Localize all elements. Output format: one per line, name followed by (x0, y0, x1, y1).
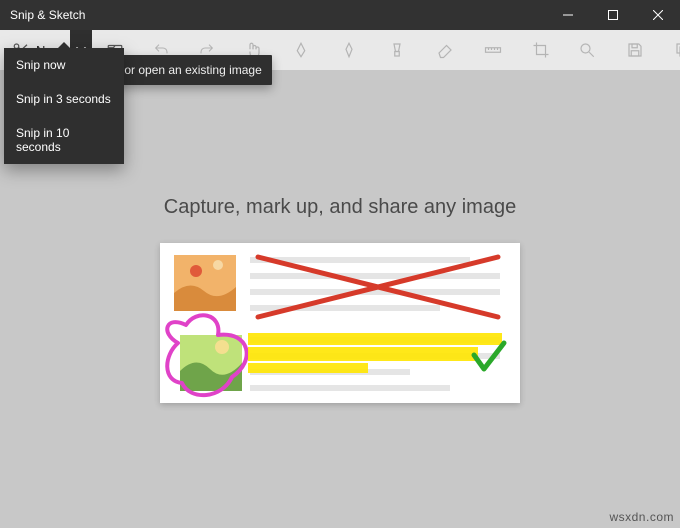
menu-item-snip-10s[interactable]: Snip in 10 seconds (4, 116, 124, 164)
ballpoint-pen-icon (292, 41, 310, 59)
zoom-button[interactable] (564, 30, 610, 70)
watermark: wsxdn.com (609, 510, 674, 524)
empty-state-headline: Capture, mark up, and share any image (164, 196, 516, 219)
highlighter-button[interactable] (374, 30, 420, 70)
close-button[interactable] (635, 0, 680, 30)
save-button[interactable] (612, 30, 658, 70)
app-window: Snip & Sketch New (0, 0, 680, 528)
illustration-svg (160, 243, 520, 403)
minimize-button[interactable] (545, 0, 590, 30)
save-icon (626, 41, 644, 59)
zoom-icon (578, 41, 596, 59)
app-title: Snip & Sketch (0, 8, 85, 22)
eraser-icon (436, 41, 454, 59)
ruler-button[interactable] (470, 30, 516, 70)
eraser-button[interactable] (422, 30, 468, 70)
empty-state-illustration (160, 243, 520, 403)
copy-button[interactable] (660, 30, 680, 70)
menu-item-snip-3s[interactable]: Snip in 3 seconds (4, 82, 124, 116)
pencil-button[interactable] (326, 30, 372, 70)
new-snip-menu: Snip now Snip in 3 seconds Snip in 10 se… (4, 48, 124, 164)
ballpoint-pen-button[interactable] (278, 30, 324, 70)
menu-item-snip-now[interactable]: Snip now (4, 48, 124, 82)
pencil-icon (340, 41, 358, 59)
crop-icon (532, 41, 550, 59)
toolbar-right (564, 30, 680, 70)
crop-button[interactable] (518, 30, 564, 70)
maximize-icon (608, 10, 618, 20)
close-icon (653, 10, 663, 20)
minimize-icon (563, 10, 573, 20)
copy-icon (674, 41, 680, 59)
highlighter-icon (388, 41, 406, 59)
title-bar: Snip & Sketch (0, 0, 680, 30)
ruler-icon (484, 41, 502, 59)
maximize-button[interactable] (590, 0, 635, 30)
toolbar-center (230, 30, 564, 70)
